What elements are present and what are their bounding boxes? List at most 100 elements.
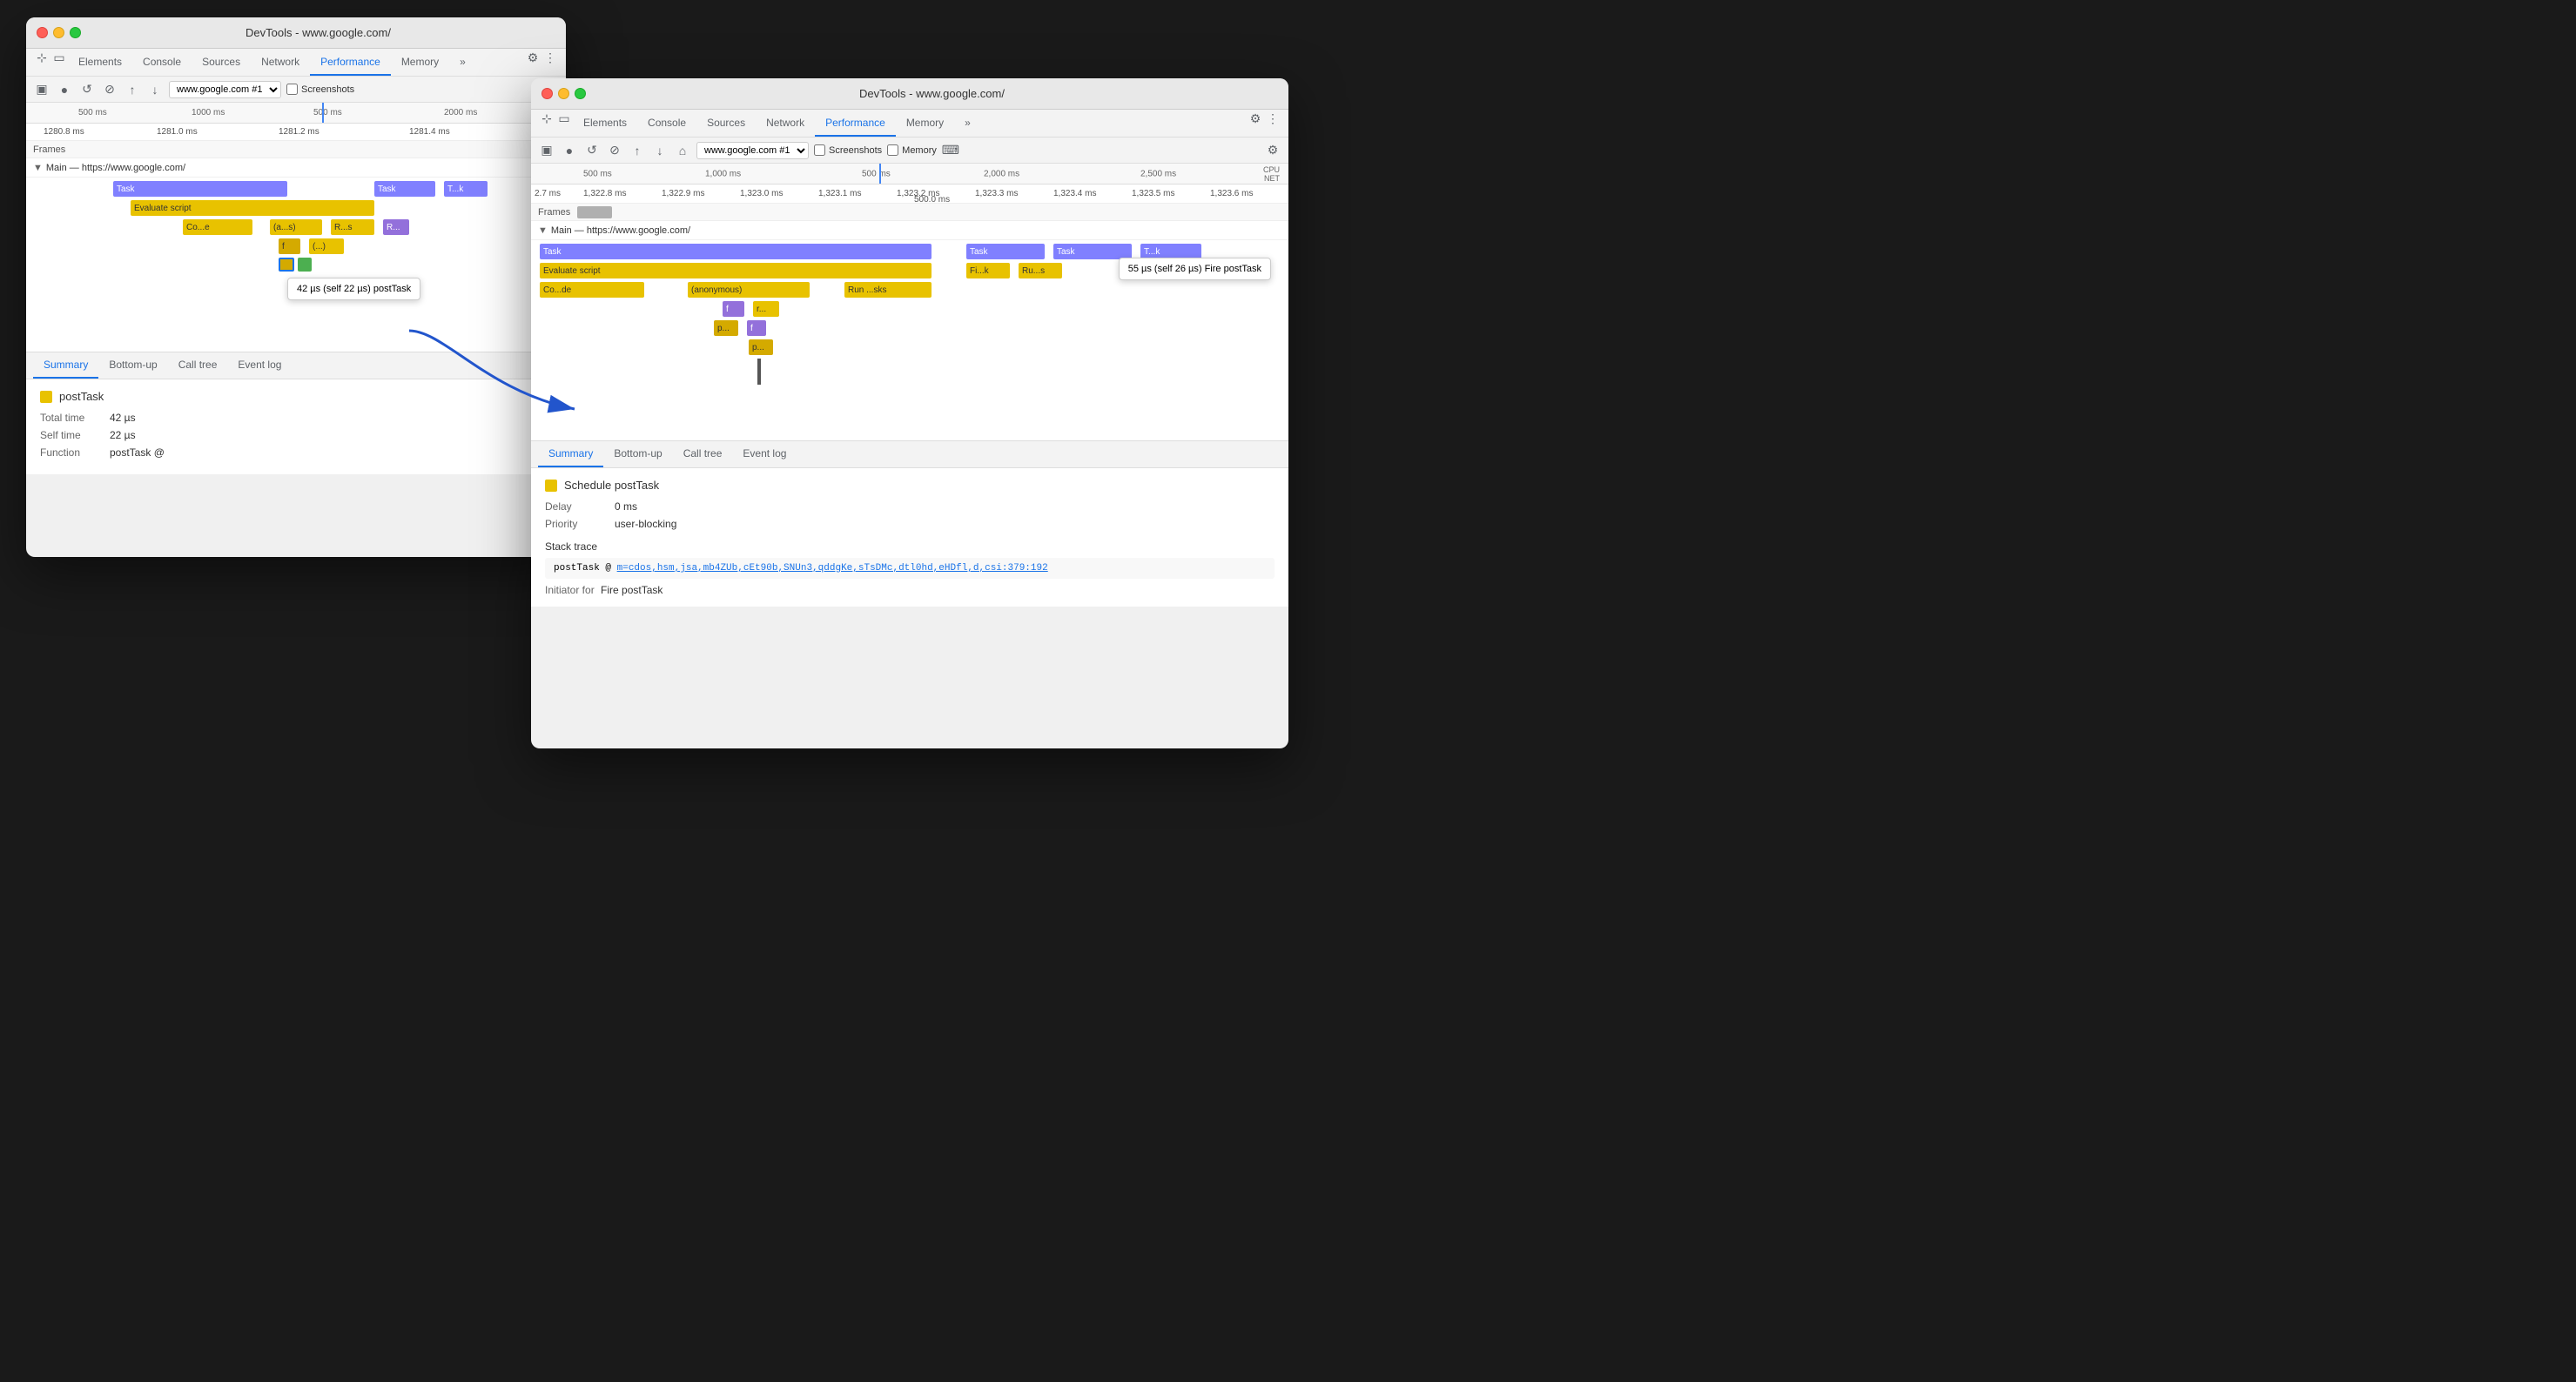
run-bar-2[interactable]: Run ...sks [844, 282, 932, 298]
tab-elements-2[interactable]: Elements [573, 110, 637, 137]
evaluate-bar-1[interactable]: Evaluate script [131, 200, 374, 216]
tab-more-1[interactable]: » [449, 49, 476, 76]
tab-calltree-1[interactable]: Call tree [168, 352, 228, 379]
summary-func-name-2: Schedule postTask [564, 479, 659, 492]
summary-function-row: Function postTask @ [40, 446, 552, 459]
f-bar-1[interactable]: f [279, 238, 300, 254]
url-select-2[interactable]: www.google.com #1 [696, 142, 809, 159]
task-bar-main[interactable]: Task [540, 244, 932, 259]
dots-bar-1[interactable]: (...) [309, 238, 344, 254]
tab-memory-1[interactable]: Memory [391, 49, 449, 76]
upload-icon-2[interactable]: ↑ [629, 142, 646, 159]
main-label-2: Main — https://www.google.com/ [551, 225, 690, 236]
tab-calltree-2[interactable]: Call tree [673, 441, 733, 467]
upload-icon[interactable]: ↑ [124, 81, 141, 98]
minimize-button-2[interactable] [558, 88, 569, 99]
tab-performance-2[interactable]: Performance [815, 110, 896, 137]
small-vert-bar [757, 359, 761, 385]
code-bar-2[interactable]: Co...de [540, 282, 644, 298]
record-icon[interactable]: ● [56, 81, 73, 98]
close-button-2[interactable] [541, 88, 553, 99]
tab-summary-1[interactable]: Summary [33, 352, 98, 379]
cursor-icon[interactable]: ⊹ [33, 49, 50, 66]
ru-bar[interactable]: Ru...s [1019, 263, 1062, 278]
home-icon-2[interactable]: ⌂ [674, 142, 691, 159]
refresh-icon-2[interactable]: ↺ [583, 142, 601, 159]
close-button-1[interactable] [37, 27, 48, 38]
keyboard-icon-2[interactable]: ⌨ [942, 142, 959, 159]
screenshots-checkbox-2[interactable]: Screenshots [814, 144, 882, 156]
flame-chart-2[interactable]: Task Task Task T...k Evaluate script Fi.… [531, 240, 1288, 440]
task-bar-3[interactable]: T...k [444, 181, 488, 197]
delay-value: 0 ms [615, 500, 637, 513]
green-bar-1[interactable] [298, 258, 312, 272]
fi-bar[interactable]: Fi...k [966, 263, 1010, 278]
evaluate-bar-2[interactable]: Evaluate script [540, 263, 932, 278]
frames-row-2: Frames [531, 204, 1288, 221]
cursor-icon-2[interactable]: ⊹ [538, 110, 555, 127]
task-bar-2[interactable]: Task [374, 181, 435, 197]
panel-icon[interactable]: ▣ [33, 81, 50, 98]
maximize-button-1[interactable] [70, 27, 81, 38]
tab-sources-2[interactable]: Sources [696, 110, 756, 137]
summary-panel-1: postTask Total time 42 µs Self time 22 µ… [26, 379, 566, 474]
url-select-1[interactable]: www.google.com #1 [169, 81, 281, 98]
anon-bar-1[interactable]: (a...s) [270, 219, 322, 235]
f-bar-3[interactable]: f [747, 320, 766, 336]
refresh-icon[interactable]: ↺ [78, 81, 96, 98]
stack-trace-code: postTask @ m=cdos,hsm,jsa,mb4ZUb,cEt90b,… [545, 558, 1275, 579]
tab-bottomup-1[interactable]: Bottom-up [98, 352, 167, 379]
f-bar-2[interactable]: f [723, 301, 744, 317]
anon-bar-2[interactable]: (anonymous) [688, 282, 810, 298]
tab-performance-1[interactable]: Performance [310, 49, 391, 76]
tab-bottomup-2[interactable]: Bottom-up [603, 441, 672, 467]
stack-trace-link[interactable]: m=cdos,hsm,jsa,mb4ZUb,cEt90b,SNUn3,qddgK… [617, 563, 1048, 574]
delay-label: Delay [545, 500, 615, 513]
r2-500: 500 ms [583, 169, 612, 178]
device-icon[interactable]: ▭ [50, 49, 68, 66]
function-label: Function [40, 446, 110, 459]
more-icon-2[interactable]: ⋮ [1264, 110, 1281, 127]
clear-icon-2[interactable]: ⊘ [606, 142, 623, 159]
selected-bar-1[interactable] [279, 258, 294, 272]
tab-elements-1[interactable]: Elements [68, 49, 132, 76]
tab-console-2[interactable]: Console [637, 110, 696, 137]
download-icon[interactable]: ↓ [146, 81, 164, 98]
settings-perf-icon-2[interactable]: ⚙ [1264, 142, 1281, 159]
frames-bar [577, 206, 612, 218]
r-bar-2[interactable]: r... [753, 301, 779, 317]
tab-more-2[interactable]: » [954, 110, 981, 137]
more-icon-1[interactable]: ⋮ [541, 49, 559, 66]
panel-icon-2[interactable]: ▣ [538, 142, 555, 159]
download-icon-2[interactable]: ↓ [651, 142, 669, 159]
maximize-button-2[interactable] [575, 88, 586, 99]
tab-network-1[interactable]: Network [251, 49, 310, 76]
run-bar-1[interactable]: R...s [331, 219, 374, 235]
code-bar-1[interactable]: Co...e [183, 219, 252, 235]
total-value: 42 µs [110, 412, 136, 424]
tab-memory-2[interactable]: Memory [896, 110, 954, 137]
p-bar-2[interactable]: p... [749, 339, 773, 355]
tab-eventlog-2[interactable]: Event log [732, 441, 797, 467]
settings-icon-2[interactable]: ⚙ [1247, 110, 1264, 127]
record-icon-2[interactable]: ● [561, 142, 578, 159]
tab-sources-1[interactable]: Sources [192, 49, 251, 76]
flame-chart-1[interactable]: Task Task T...k Evaluate script Co...e (… [26, 178, 566, 352]
tab-summary-2[interactable]: Summary [538, 441, 603, 467]
memory-checkbox-2[interactable]: Memory [887, 144, 937, 156]
task-bar-2b[interactable]: Task [966, 244, 1045, 259]
clear-icon[interactable]: ⊘ [101, 81, 118, 98]
task-bar-1[interactable]: Task [113, 181, 287, 197]
tab-console-1[interactable]: Console [132, 49, 192, 76]
tab-network-2[interactable]: Network [756, 110, 815, 137]
tab-eventlog-1[interactable]: Event log [227, 352, 292, 379]
r-bar-1[interactable]: R... [383, 219, 409, 235]
p-bar-1[interactable]: p... [714, 320, 738, 336]
minimize-button-1[interactable] [53, 27, 64, 38]
screenshots-checkbox-1[interactable]: Screenshots [286, 84, 354, 95]
settings-icon-1[interactable]: ⚙ [524, 49, 541, 66]
cpu-label: CPU [1263, 165, 1280, 174]
summary-total-row: Total time 42 µs [40, 412, 552, 424]
timeline-ruler-1: 500 ms 1000 ms 500 ms 2000 ms [26, 103, 566, 124]
device-icon-2[interactable]: ▭ [555, 110, 573, 127]
